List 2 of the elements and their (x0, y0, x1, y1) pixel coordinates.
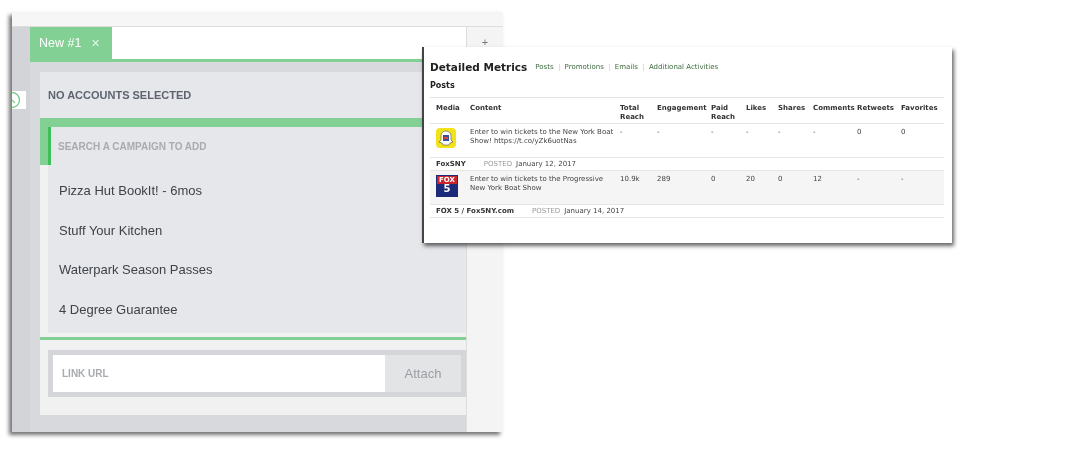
metrics-title: Detailed Metrics (430, 61, 528, 73)
section-title: Posts (430, 81, 456, 90)
